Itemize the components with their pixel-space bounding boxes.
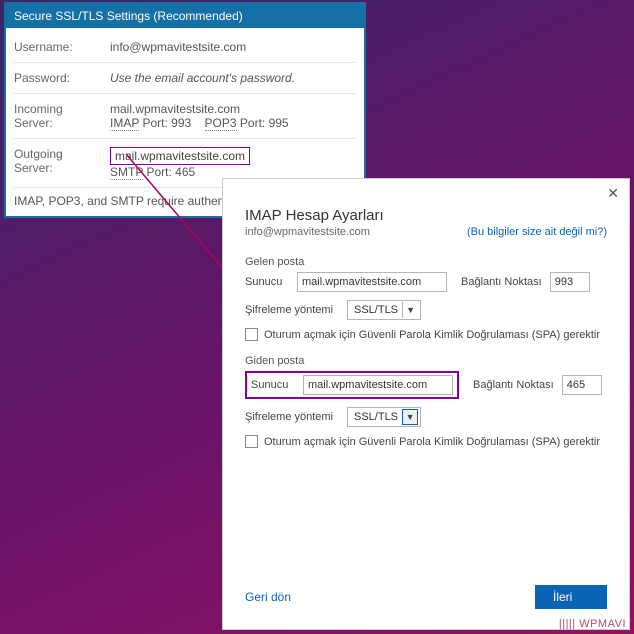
chevron-down-icon: ▼ <box>402 302 418 318</box>
imap-port: 993 <box>171 116 191 130</box>
outgoing-encryption-line: Şifreleme yöntemi SSL/TLS ▼ <box>245 407 607 427</box>
watermark: ||||| WPMAVI <box>559 618 626 630</box>
dialog-title: IMAP Hesap Ayarları <box>245 207 607 224</box>
outgoing-port-label: Bağlantı Noktası <box>473 379 554 391</box>
incoming-server-line: Sunucu Bağlantı Noktası <box>245 272 607 292</box>
chevron-down-icon: ▼ <box>402 409 418 425</box>
username-value: info@wpmavitestsite.com <box>110 40 246 54</box>
smtp-tag: SMTP <box>110 165 143 180</box>
imap-settings-dialog: ✕ IMAP Hesap Ayarları info@wpmavitestsit… <box>222 178 630 630</box>
imap-port-label: Port: <box>142 116 167 130</box>
outgoing-spa-line[interactable]: Oturum açmak için Güvenli Parola Kimlik … <box>245 435 607 448</box>
username-label: Username: <box>14 40 110 54</box>
pop3-port-label: Port: <box>240 116 265 130</box>
username-row: Username: info@wpmavitestsite.com <box>14 32 356 63</box>
outgoing-port-input[interactable] <box>562 375 602 395</box>
dialog-subtitle: info@wpmavitestsite.com <box>245 226 370 238</box>
outgoing-server-label: Sunucu <box>251 379 295 391</box>
outgoing-server-input[interactable] <box>303 375 453 395</box>
pop3-tag: POP3 <box>205 116 237 131</box>
outgoing-spa-checkbox[interactable] <box>245 435 258 448</box>
back-link[interactable]: Geri dön <box>245 590 291 604</box>
incoming-port-label: Bağlantı Noktası <box>461 276 542 288</box>
password-value: Use the email account's password. <box>110 71 295 85</box>
incoming-encryption-label: Şifreleme yöntemi <box>245 304 339 316</box>
outgoing-label-1: Outgoing <box>14 147 110 161</box>
outgoing-encryption-value: SSL/TLS <box>354 411 398 423</box>
incoming-encryption-value: SSL/TLS <box>354 304 398 316</box>
smtp-port: 465 <box>175 165 195 179</box>
incoming-encryption-select[interactable]: SSL/TLS ▼ <box>347 300 421 320</box>
next-button[interactable]: İleri <box>535 585 607 609</box>
incoming-spa-checkbox[interactable] <box>245 328 258 341</box>
outgoing-server-line: Sunucu Bağlantı Noktası <box>245 371 607 399</box>
outgoing-encryption-label: Şifreleme yöntemi <box>245 411 339 423</box>
secure-panel-header: Secure SSL/TLS Settings (Recommended) <box>6 4 364 28</box>
outgoing-section-label: Giden posta <box>245 355 607 367</box>
incoming-spa-text: Oturum açmak için Güvenli Parola Kimlik … <box>264 329 600 341</box>
incoming-server-input[interactable] <box>297 272 447 292</box>
outgoing-label-2: Server: <box>14 161 110 175</box>
outgoing-host: mail.wpmavitestsite.com <box>110 147 250 165</box>
imap-tag: IMAP <box>110 116 139 131</box>
incoming-server-label: Sunucu <box>245 276 289 288</box>
outgoing-encryption-select[interactable]: SSL/TLS ▼ <box>347 407 421 427</box>
incoming-host: mail.wpmavitestsite.com <box>110 102 289 116</box>
incoming-port-input[interactable] <box>550 272 590 292</box>
password-label: Password: <box>14 71 110 85</box>
incoming-encryption-line: Şifreleme yöntemi SSL/TLS ▼ <box>245 300 607 320</box>
close-icon[interactable]: ✕ <box>607 185 619 202</box>
incoming-section-label: Gelen posta <box>245 256 607 268</box>
incoming-row: Incoming Server: mail.wpmavitestsite.com… <box>14 94 356 139</box>
incoming-label-2: Server: <box>14 116 110 130</box>
outgoing-spa-text: Oturum açmak için Güvenli Parola Kimlik … <box>264 436 600 448</box>
incoming-spa-line[interactable]: Oturum açmak için Güvenli Parola Kimlik … <box>245 328 607 341</box>
smtp-port-label: Port: <box>146 165 171 179</box>
incoming-label-1: Incoming <box>14 102 110 116</box>
pop3-port: 995 <box>269 116 289 130</box>
not-your-info-link[interactable]: (Bu bilgiler size ait değil mi?) <box>467 226 607 238</box>
password-row: Password: Use the email account's passwo… <box>14 63 356 94</box>
